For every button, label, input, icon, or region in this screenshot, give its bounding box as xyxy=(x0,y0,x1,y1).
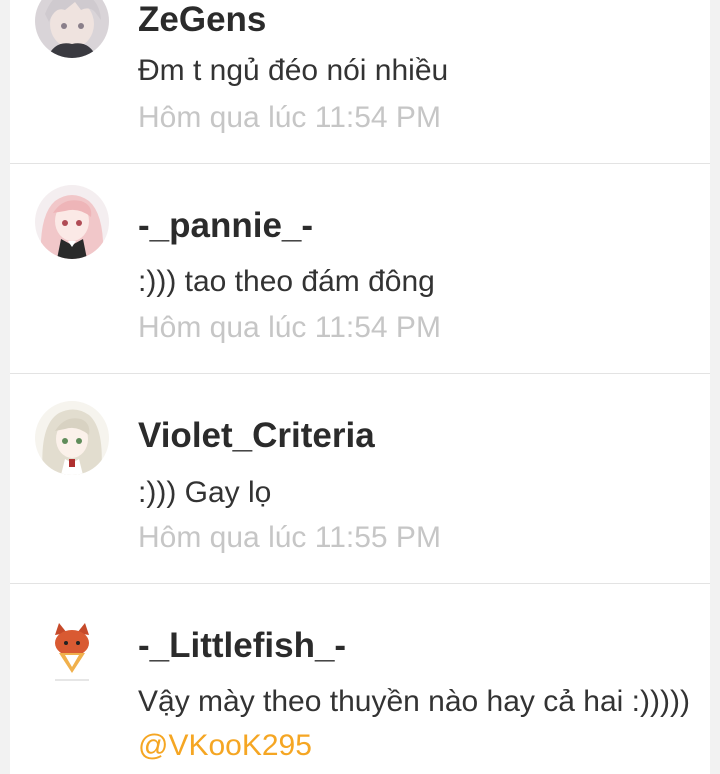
anime-avatar-silver-hair-icon xyxy=(35,401,109,475)
comment-username[interactable]: Violet_Criteria xyxy=(138,416,375,456)
comment-message-text: Vậy mày theo thuyền nào hay cả hai :))))… xyxy=(138,685,690,718)
comment-username[interactable]: -_pannie_- xyxy=(138,206,313,246)
comment-item: ZeGens Đm t ngủ đéo nói nhiều Hôm qua lú… xyxy=(10,0,710,164)
avatar[interactable] xyxy=(35,613,109,687)
comment-list: ZeGens Đm t ngủ đéo nói nhiều Hôm qua lú… xyxy=(10,0,710,774)
fox-mascot-avatar-icon xyxy=(35,613,109,687)
comment-username[interactable]: ZeGens xyxy=(138,0,266,40)
anime-avatar-white-hair-icon xyxy=(35,0,109,58)
comment-message: Đm t ngủ đéo nói nhiều xyxy=(138,54,449,87)
anime-avatar-pink-hair-icon xyxy=(35,185,109,259)
comment-item: -_pannie_- :))) tao theo đám đông Hôm qu… xyxy=(10,164,710,374)
avatar[interactable] xyxy=(35,185,109,259)
comment-timestamp: Hôm qua lúc 11:55 PM xyxy=(138,521,441,554)
comment-timestamp: Hôm qua lúc 11:54 PM xyxy=(138,311,441,344)
user-mention-link[interactable]: @VKooK295 xyxy=(138,729,312,762)
comment-item: -_Littlefish_- Vậy mày theo thuyền nào h… xyxy=(10,584,710,774)
comment-message: :))) tao theo đám đông xyxy=(138,265,435,298)
comment-message: :))) Gay lọ xyxy=(138,476,272,509)
avatar[interactable] xyxy=(35,0,109,58)
comment-item: Violet_Criteria :))) Gay lọ Hôm qua lúc … xyxy=(10,374,710,584)
comment-timestamp: Hôm qua lúc 11:54 PM xyxy=(138,101,441,134)
avatar[interactable] xyxy=(35,401,109,475)
comment-username[interactable]: -_Littlefish_- xyxy=(138,626,346,666)
comment-message: Vậy mày theo thuyền nào hay cả hai :))))… xyxy=(138,680,698,768)
